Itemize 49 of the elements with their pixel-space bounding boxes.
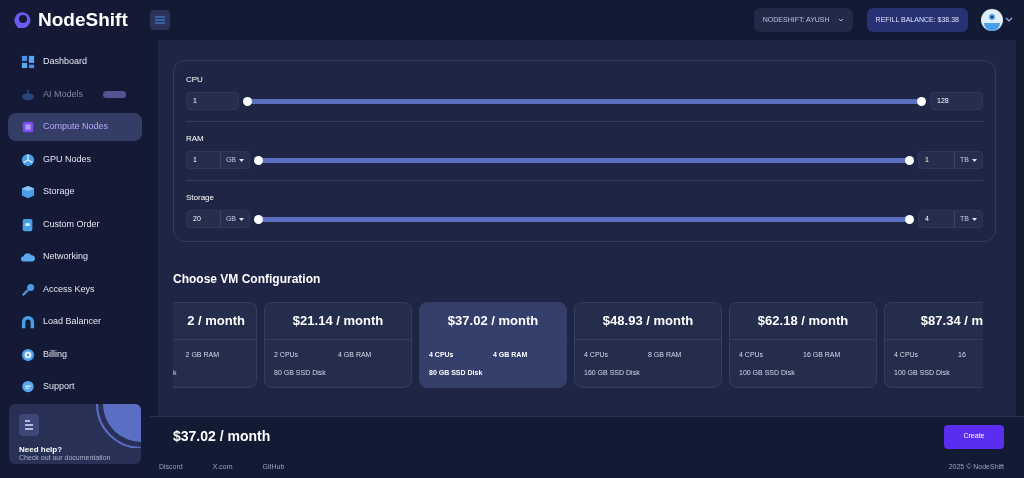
help-title: Need help? (19, 444, 63, 455)
chat-icon (21, 380, 35, 394)
price-text: $87.34 / m (920, 312, 983, 331)
slider-thumb[interactable] (243, 96, 252, 106)
fan-icon (21, 152, 35, 167)
sidebar-item[interactable]: Networking (8, 243, 142, 271)
sidebar-item[interactable]: Custom Order (8, 210, 142, 239)
chip-icon (21, 120, 35, 134)
brand-name: NodeShift (38, 7, 128, 32)
field-label: RAM (186, 133, 205, 145)
avatar-icon[interactable] (981, 9, 1003, 31)
price-text: $62.18 / month (757, 312, 849, 331)
caret-down-icon (972, 217, 977, 221)
price-text: 2 / month (187, 312, 245, 331)
total-price: $37.02 / month (173, 427, 271, 446)
sidebar-item[interactable]: Billing (8, 340, 142, 369)
field-label: Storage (186, 192, 216, 204)
slider-thumb[interactable] (905, 214, 914, 224)
caret-down-icon (239, 158, 244, 162)
caret-down-icon (239, 217, 244, 221)
caret-down-icon (972, 158, 977, 162)
menu-icon (155, 16, 165, 24)
cloud-icon (21, 250, 35, 264)
billing-icon (21, 347, 35, 362)
sidebar-item[interactable]: Access Keys (8, 275, 142, 304)
slider-thumb[interactable] (254, 155, 263, 165)
price-text: $48.93 / month (602, 312, 694, 331)
chevron-down-icon (837, 18, 844, 22)
sidebar-item[interactable]: Load Balancer (8, 308, 142, 336)
slider-thumb[interactable] (917, 96, 926, 106)
document-icon (19, 414, 39, 436)
sidebar-item[interactable]: GPU Nodes (8, 145, 142, 174)
sidebar-item[interactable]: Storage (8, 178, 142, 206)
chevron-down-icon[interactable] (1005, 17, 1013, 23)
slider-thumb[interactable] (905, 155, 914, 165)
slider-thumb[interactable] (254, 214, 263, 224)
sidebar-item[interactable]: Support (8, 373, 142, 401)
field-label: CPU (186, 74, 204, 86)
price-text: $21.14 / month (292, 312, 384, 331)
price-text: $37.02 / month (447, 312, 539, 331)
section-title: Choose VM Configuration (173, 271, 322, 288)
menu-button[interactable] (150, 10, 170, 30)
key-icon (21, 282, 35, 297)
cube-icon (21, 185, 35, 199)
sidebar-item[interactable]: Compute Nodes (8, 113, 142, 141)
arch-icon (21, 315, 35, 329)
dashboard-icon (21, 55, 35, 69)
sidebar-item[interactable]: Dashboard (8, 48, 142, 76)
document-icon (21, 217, 35, 232)
